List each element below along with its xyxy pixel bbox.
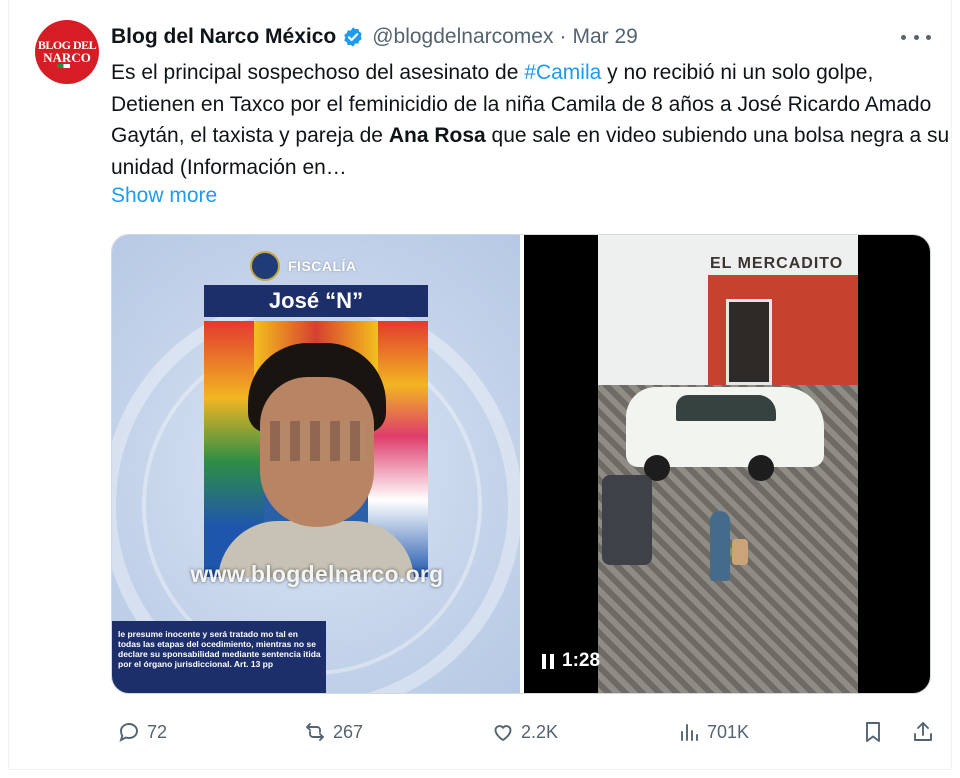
mugshot-image[interactable]: FISCALÍA José “N” www.blogdelnarco.org l… (112, 235, 520, 693)
avatar[interactable]: BLOG DEL NARCO (35, 20, 99, 84)
reply-count: 72 (147, 721, 168, 742)
person-figure (710, 511, 730, 581)
market-sign: EL MERCADITO (710, 255, 844, 272)
verified-badge-icon (344, 27, 362, 47)
share-button[interactable] (911, 714, 935, 750)
video-frame: EL MERCADITO (598, 235, 858, 693)
face-blur (270, 421, 366, 461)
repost-count: 267 (333, 721, 364, 742)
hashtag-link[interactable]: #Camila (524, 61, 601, 84)
like-count: 2.2K (521, 721, 559, 742)
views-count: 701K (707, 721, 750, 742)
post-text: Es el principal sospechoso del asesinato… (111, 57, 951, 183)
suspect-photo (204, 321, 428, 577)
views-button[interactable]: 701K (677, 714, 749, 750)
heart-icon (494, 725, 512, 742)
show-more-link[interactable]: Show more (111, 184, 217, 208)
video-time: 1:28 (562, 650, 601, 671)
emblem-icon (250, 251, 280, 281)
post-date[interactable]: Mar 29 (572, 25, 637, 49)
media-grid: FISCALÍA José “N” www.blogdelnarco.org l… (111, 234, 931, 694)
account-name[interactable]: Blog del Narco México (111, 25, 336, 49)
reply-icon (119, 723, 138, 742)
legal-notice: le presume inocente y será tratado mo ta… (112, 621, 326, 693)
fiscalia-logo: FISCALÍA (250, 249, 380, 283)
account-handle[interactable]: @blogdelnarcomex (372, 25, 553, 49)
avatar-flag (57, 64, 77, 68)
tweet-card[interactable]: BLOG DEL NARCO Blog del Narco México @bl… (8, 0, 952, 770)
views-chart-icon (681, 724, 698, 741)
action-bar: 72 267 2.2K 701K (111, 714, 941, 750)
fiscalia-label: FISCALÍA (288, 258, 357, 274)
tweet-header: Blog del Narco México @blogdelnarcomex ·… (111, 24, 638, 50)
bookmark-button[interactable] (861, 714, 885, 750)
share-icon (914, 722, 932, 741)
pause-icon[interactable] (542, 653, 554, 669)
post-text-part-1: Es el principal sospechoso del asesinato… (111, 61, 525, 84)
suspect-name-bar: José “N” (204, 285, 428, 317)
repost-icon (306, 723, 324, 741)
video-player[interactable]: EL MERCADITO 1:28 (524, 235, 930, 693)
video-controls: 1:28 (542, 645, 600, 677)
bag-shape (732, 539, 748, 565)
bookmark-icon (866, 722, 880, 742)
more-options-icon[interactable] (901, 28, 931, 46)
bold-name: Ana Rosa (388, 124, 486, 147)
reply-button[interactable]: 72 (117, 714, 167, 750)
separator-dot: · (559, 25, 567, 48)
repost-button[interactable]: 267 (303, 714, 363, 750)
watermark-text: www.blogdelnarco.org (190, 561, 444, 587)
like-button[interactable]: 2.2K (491, 714, 558, 750)
